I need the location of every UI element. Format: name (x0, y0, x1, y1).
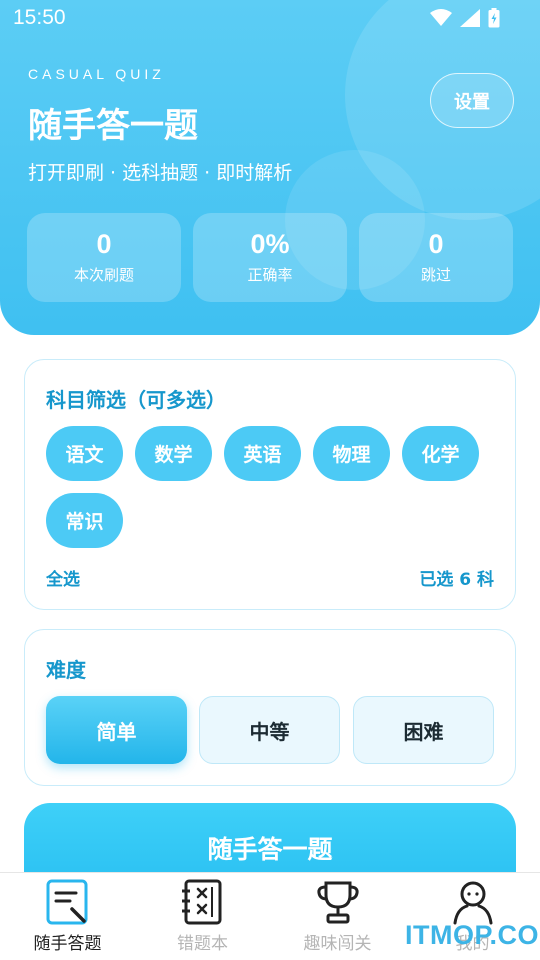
stat-value: 0 (96, 229, 112, 259)
difficulty-title: 难度 (46, 658, 86, 682)
settings-button[interactable]: 设置 (430, 73, 514, 128)
wifi-icon (430, 9, 452, 26)
quiz-edit-icon (46, 879, 88, 925)
stat-card-skipped: 0 跳过 (359, 213, 513, 302)
page-subtitle: 打开即刷 · 选科抽题 · 即时解析 (28, 162, 293, 184)
mistake-notebook-icon (182, 879, 222, 925)
status-time: 15:50 (13, 6, 66, 29)
subject-chip-english[interactable]: 英语 (224, 426, 301, 481)
difficulty-card: 难度 简单 中等 困难 (24, 629, 516, 786)
stat-label: 本次刷题 (73, 266, 134, 284)
subject-chip-physics[interactable]: 物理 (313, 426, 390, 481)
difficulty-hard-button[interactable]: 困难 (353, 696, 494, 764)
stat-value: 0 (428, 229, 444, 259)
watermark-logo: ITMOP.COM (405, 920, 540, 950)
tab-label: 错题本 (177, 934, 228, 954)
subject-filter-title: 科目筛选（可多选） (46, 388, 226, 412)
tab-mistakes[interactable]: 错题本 (135, 873, 270, 960)
stat-label: 正确率 (247, 266, 293, 284)
subject-filter-card: 科目筛选（可多选） 语文 数学 英语 物理 化学 常识 全选 已选 6 科 (24, 359, 516, 610)
stat-card-answered: 0 本次刷题 (27, 213, 181, 302)
hero-header: 15:50 CASUAL QUIZ 随手答一题 打开即刷 · 选科抽题 · 即时… (0, 0, 540, 335)
subject-chip-math[interactable]: 数学 (135, 426, 212, 481)
stat-label: 跳过 (420, 266, 451, 284)
subject-chip-chemistry[interactable]: 化学 (402, 426, 479, 481)
battery-icon (488, 8, 500, 28)
stat-value: 0% (250, 229, 290, 259)
difficulty-easy-button[interactable]: 简单 (46, 696, 187, 764)
tab-challenge[interactable]: 趣味闯关 (270, 873, 405, 960)
select-all-link[interactable]: 全选 (46, 565, 80, 590)
tab-label: 随手答题 (33, 934, 102, 954)
subject-chip-chinese[interactable]: 语文 (46, 426, 123, 481)
status-icons (430, 8, 500, 28)
tab-quiz[interactable]: 随手答题 (0, 873, 135, 960)
profile-icon (453, 881, 493, 925)
status-bar: 15:50 (0, 0, 540, 36)
trophy-icon (317, 881, 359, 924)
eyebrow-text: CASUAL QUIZ (28, 66, 165, 82)
difficulty-medium-button[interactable]: 中等 (199, 696, 340, 764)
tab-label: 趣味闯关 (303, 934, 372, 954)
subject-chip-general[interactable]: 常识 (46, 493, 123, 548)
stat-card-accuracy: 0% 正确率 (193, 213, 347, 302)
selected-count: 已选 6 科 (419, 570, 494, 590)
cell-signal-icon (460, 9, 480, 27)
page-title: 随手答一题 (28, 106, 198, 146)
